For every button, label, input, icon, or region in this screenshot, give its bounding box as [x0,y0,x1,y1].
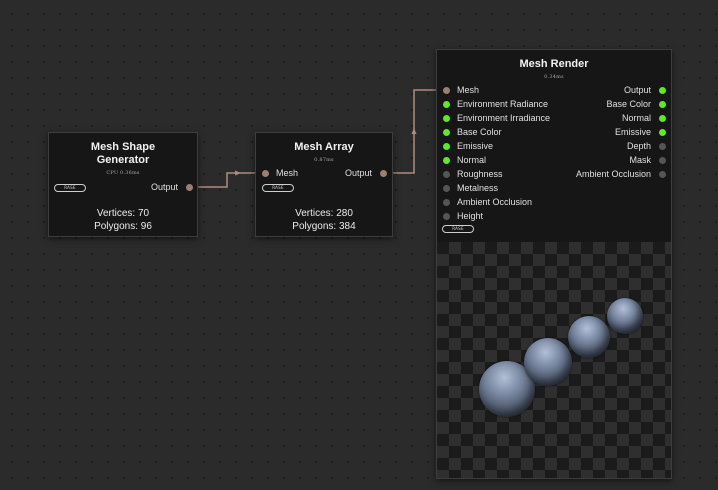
output-port-base-color[interactable] [659,101,666,108]
node-title: Mesh Shape Generator [90,141,156,166]
input-port-label: Roughness [457,169,503,179]
render-preview[interactable] [437,242,671,478]
output-port-label: Output [623,85,651,95]
input-port-label: Metalness [457,183,499,193]
polygons-count: Polygons: 384 [292,221,356,232]
output-port-label: Output [150,182,178,192]
mesh-sphere-preview [568,316,610,358]
node-title: Mesh Array [294,141,354,153]
input-port-label: Emissive [457,141,494,151]
rase-badge[interactable]: RASE [442,225,474,233]
input-port-label: Mesh [276,168,299,178]
node-mesh-shape-generator[interactable]: Mesh Shape Generator CPU 0.36ms RASE Out… [48,132,198,237]
output-port-emissive[interactable] [659,129,666,136]
output-port-normal[interactable] [659,115,666,122]
output-port-label: Depth [626,141,651,151]
output-port-label: Mask [629,155,651,165]
output-port-label: Base Color [606,99,651,109]
input-port-emissive[interactable] [443,143,450,150]
input-port-environment-radiance[interactable] [443,101,450,108]
output-port[interactable] [186,184,193,191]
vertices-count: Vertices: 70 [96,208,150,219]
wire-array-to-render [388,89,441,174]
input-port-label: Ambient Occlusion [457,197,533,207]
input-port-label: Normal [457,155,487,165]
output-port-mask[interactable] [659,157,666,164]
input-port-mesh[interactable] [262,170,269,177]
input-port-label: Environment Irradiance [457,113,551,123]
output-port-label: Emissive [614,127,651,137]
rase-badge[interactable]: RASE [262,184,294,192]
wire-shapegen-to-array [193,172,261,188]
input-port-label: Height [457,211,484,221]
input-port-ambient-occlusion[interactable] [443,199,450,206]
node-timing: 0.34ms [544,74,564,80]
output-port-output[interactable] [659,87,666,94]
output-port-label: Ambient Occlusion [575,169,651,179]
output-port-label: Output [344,168,372,178]
input-port-metalness[interactable] [443,185,450,192]
mesh-sphere-preview [607,298,643,334]
input-port-label: Base Color [457,127,502,137]
input-port-base-color[interactable] [443,129,450,136]
output-port-depth[interactable] [659,143,666,150]
node-title: Mesh Render [519,58,589,70]
node-mesh-render[interactable]: Mesh Render 0.34ms Mesh Environment Radi… [436,49,672,479]
input-port-roughness[interactable] [443,171,450,178]
output-port[interactable] [380,170,387,177]
mesh-sphere-preview [524,338,572,386]
input-port-mesh[interactable] [443,87,450,94]
node-mesh-array[interactable]: Mesh Array 0.87ms RASE Mesh Output Verti… [255,132,393,237]
vertices-count: Vertices: 280 [295,208,353,219]
node-timing: 0.87ms [314,157,334,163]
polygons-count: Polygons: 96 [94,221,152,232]
input-port-label: Mesh [457,85,480,95]
input-port-normal[interactable] [443,157,450,164]
input-port-height[interactable] [443,213,450,220]
output-port-label: Normal [621,113,651,123]
wire-arrow-icon [411,128,417,134]
rase-badge[interactable]: RASE [54,184,86,192]
node-timing: CPU 0.36ms [106,170,140,176]
wire-arrow-icon [235,170,241,176]
input-port-environment-irradiance[interactable] [443,115,450,122]
output-port-ambient-occlusion[interactable] [659,171,666,178]
input-port-label: Environment Radiance [457,99,549,109]
